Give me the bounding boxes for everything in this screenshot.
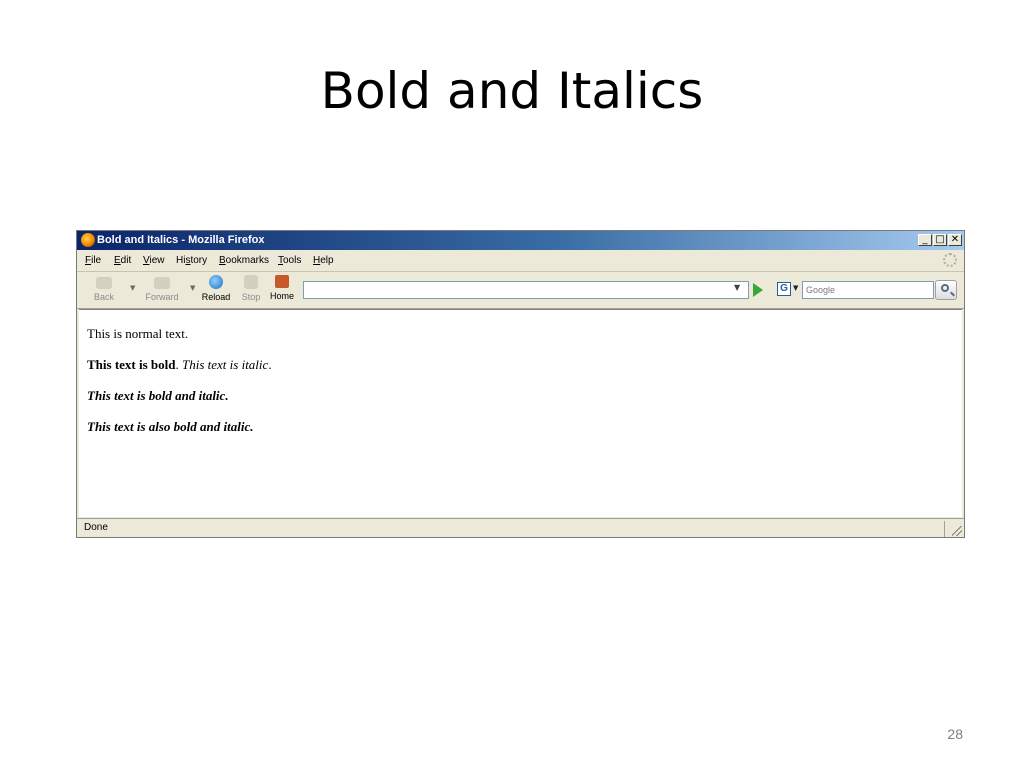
- menu-bookmarks-label: ookmarks: [225, 255, 270, 266]
- menu-tools[interactable]: Tools: [278, 255, 301, 266]
- bold-italic-line: This text is bold. This text is italic.: [87, 357, 272, 373]
- menu-bookmarks[interactable]: Bookmarks: [219, 255, 269, 266]
- throbber-icon: [943, 253, 957, 267]
- bold-and-italic-text: This text is bold and italic.: [87, 388, 229, 404]
- search-button[interactable]: [935, 280, 957, 300]
- back-button[interactable]: Back: [87, 275, 121, 305]
- home-icon: [275, 275, 289, 288]
- reload-label: Reload: [201, 292, 231, 302]
- slide-number: 28: [947, 726, 963, 742]
- resize-grip[interactable]: [952, 526, 962, 536]
- menu-history[interactable]: History: [176, 255, 207, 266]
- menu-view[interactable]: View: [143, 255, 165, 266]
- menu-tools-label: ools: [283, 255, 302, 266]
- menu-file[interactable]: File: [85, 255, 101, 266]
- status-bar: Done: [77, 518, 964, 538]
- title-bar[interactable]: Bold and Italics - Mozilla Firefox _ □ ✕: [77, 231, 964, 250]
- window-title: Bold and Italics - Mozilla Firefox: [97, 234, 265, 246]
- minimize-button[interactable]: _: [918, 234, 932, 246]
- reload-button[interactable]: Reload: [199, 275, 233, 305]
- home-button[interactable]: Home: [267, 275, 297, 305]
- stop-label: Stop: [241, 292, 261, 302]
- also-bold-and-italic-text: This text is also bold and italic.: [87, 419, 254, 435]
- stop-button[interactable]: Stop: [238, 275, 264, 305]
- menu-edit-label: dit: [120, 255, 132, 266]
- forward-history-dropdown[interactable]: ▼: [190, 284, 195, 292]
- firefox-icon: [81, 233, 95, 247]
- bold-and-italic-span: This text is bold and italic.: [87, 388, 229, 403]
- italic-period: .: [268, 357, 272, 372]
- menu-edit[interactable]: Edit: [114, 255, 131, 266]
- search-input[interactable]: Google: [802, 281, 934, 299]
- italic-text: This text is italic: [182, 357, 269, 372]
- page-content: This is normal text. This text is bold. …: [79, 309, 962, 517]
- menu-bar: File Edit View History Bookmarks Tools H…: [77, 251, 964, 272]
- browser-window: Bold and Italics - Mozilla Firefox _ □ ✕…: [76, 230, 965, 538]
- menu-edit-accel: E: [114, 255, 121, 266]
- bold-text: This text is bold: [87, 357, 176, 372]
- back-history-dropdown[interactable]: ▼: [130, 284, 135, 292]
- url-input[interactable]: [303, 281, 749, 299]
- back-label: Back: [93, 292, 114, 302]
- reload-icon: [209, 275, 223, 289]
- home-label: Home: [269, 291, 294, 301]
- menu-help-label: elp: [320, 255, 334, 266]
- close-button[interactable]: ✕: [948, 234, 962, 246]
- status-separator: [944, 521, 945, 537]
- menu-help[interactable]: Help: [313, 255, 334, 266]
- magnifier-icon: [941, 284, 949, 292]
- forward-arrow-icon: [154, 277, 170, 289]
- menu-file-label: ile: [91, 255, 102, 266]
- maximize-button[interactable]: □: [933, 234, 947, 246]
- url-history-dropdown[interactable]: ▼: [734, 283, 740, 292]
- forward-button[interactable]: Forward: [141, 275, 183, 305]
- status-text: Done: [84, 522, 108, 533]
- go-arrow-icon[interactable]: [753, 283, 763, 297]
- forward-label: Forward: [145, 292, 179, 302]
- navigation-toolbar: Back ▼ Forward ▼ Reload Stop Home ▼ G ▼ …: [77, 272, 964, 309]
- menu-history-label: tory: [190, 255, 208, 266]
- stop-icon: [244, 275, 258, 289]
- menu-view-label: iew: [149, 255, 165, 266]
- normal-text: This is normal text.: [87, 326, 189, 341]
- slide-title: Bold and Italics: [320, 62, 704, 120]
- search-engine-dropdown[interactable]: ▼: [793, 284, 798, 292]
- back-arrow-icon: [96, 277, 112, 289]
- google-icon[interactable]: G: [777, 282, 791, 296]
- also-bold-and-italic-span: This text is also bold and italic.: [87, 419, 254, 434]
- menu-bookmarks-accel: B: [219, 255, 226, 266]
